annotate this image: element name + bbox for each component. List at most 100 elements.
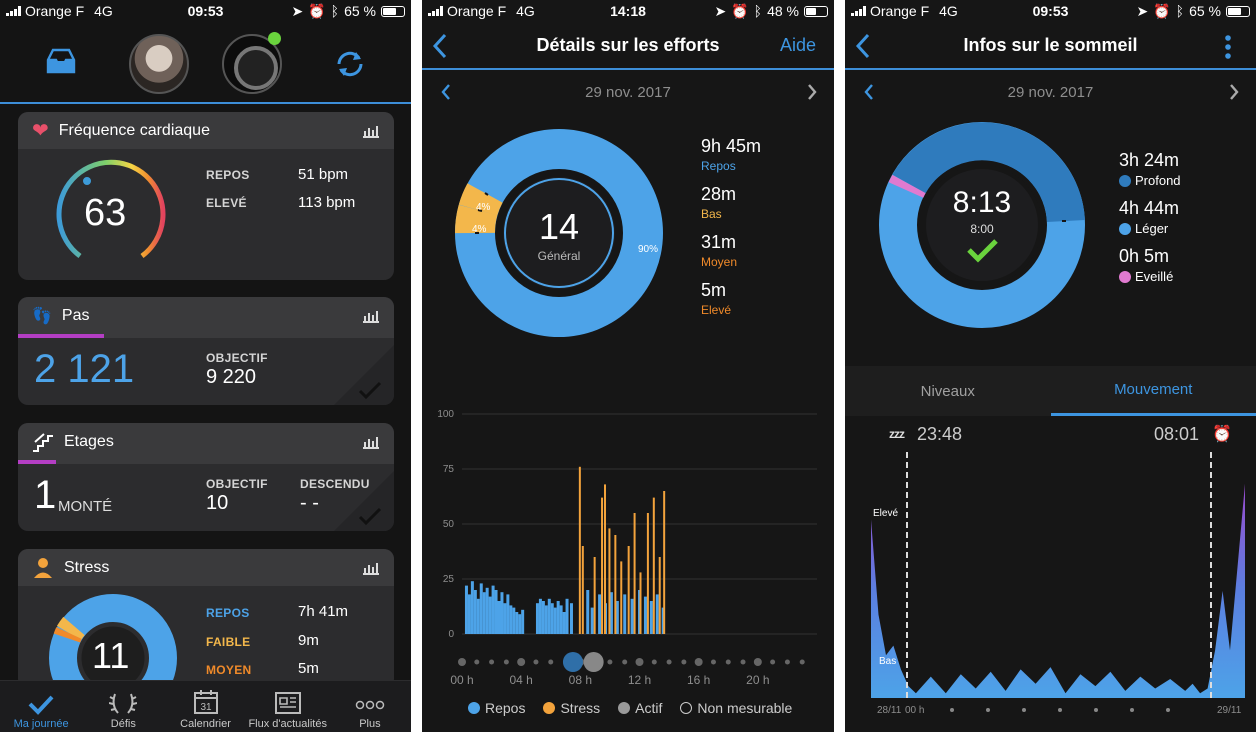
floors-suffix: MONTÉ bbox=[58, 498, 113, 515]
tab-calendar[interactable]: 31 Calendrier bbox=[164, 681, 246, 732]
inbox-icon[interactable] bbox=[46, 48, 76, 74]
stress-bar bbox=[652, 497, 655, 634]
prev-day-icon[interactable] bbox=[863, 83, 875, 101]
steps-card-title: Pas bbox=[61, 306, 90, 324]
steps-card[interactable]: 👣 Pas 2 121 OBJECTIF 9 220 bbox=[18, 297, 394, 405]
timeline-dot bbox=[1058, 708, 1062, 712]
date-nav: 29 nov. 2017 bbox=[845, 76, 1256, 108]
rest-bar bbox=[598, 594, 602, 634]
timeline-dot bbox=[1130, 708, 1134, 712]
heart-rate-card[interactable]: ❤ Fréquence cardiaque 63 REPOS 51 bpm EL… bbox=[18, 112, 394, 280]
legend-light: 4h 44m Léger bbox=[1119, 198, 1180, 236]
nav-bar: Infos sur le sommeil bbox=[845, 22, 1256, 70]
rest-bar bbox=[491, 585, 495, 634]
rest-bar bbox=[623, 594, 627, 634]
chart-icon[interactable] bbox=[362, 124, 380, 138]
overall-label: Général bbox=[537, 249, 581, 263]
back-arrow-icon[interactable] bbox=[430, 32, 450, 60]
timeline-dot bbox=[1094, 708, 1098, 712]
rest-bar bbox=[512, 607, 516, 634]
tab-challenges[interactable]: Défis bbox=[82, 681, 164, 732]
rest-bar bbox=[473, 590, 477, 634]
timeline-dot bbox=[607, 659, 613, 665]
chart-icon[interactable] bbox=[362, 309, 380, 323]
rest-bar bbox=[630, 598, 634, 634]
status-bar: Orange F 4G 09:53 ➤ ⏰ ᛒ 65 % bbox=[845, 0, 1256, 22]
level-low-label: Bas bbox=[879, 656, 896, 667]
legend-rest: 9h 45m Repos bbox=[701, 136, 762, 173]
check-icon bbox=[334, 471, 394, 531]
tab-newsfeed[interactable]: Flux d'actualités bbox=[247, 681, 329, 732]
back-arrow-icon[interactable] bbox=[853, 32, 873, 60]
clock: 09:53 bbox=[187, 3, 224, 19]
rest-bar bbox=[500, 592, 504, 634]
prev-day-icon[interactable] bbox=[440, 83, 452, 101]
chart-icon[interactable] bbox=[362, 561, 380, 575]
battery-icon bbox=[381, 5, 405, 17]
rest-bar bbox=[497, 601, 501, 634]
more-vertical-icon[interactable] bbox=[1224, 34, 1232, 60]
legend-unmeasurable-item: Non mesurable bbox=[680, 700, 792, 716]
sync-icon[interactable] bbox=[334, 48, 366, 80]
signal-icon bbox=[428, 6, 443, 16]
tab-levels[interactable]: Niveaux bbox=[845, 366, 1051, 416]
network: 4G bbox=[516, 3, 535, 19]
sleep-tabs: Niveaux Mouvement bbox=[845, 366, 1256, 416]
rest-bar bbox=[506, 594, 510, 634]
timeline-dot bbox=[458, 658, 466, 666]
y-tick-label: 75 bbox=[443, 464, 455, 475]
next-day-icon[interactable] bbox=[806, 83, 818, 101]
x-tick-label: 20 h bbox=[746, 673, 769, 687]
rest-bar bbox=[476, 598, 480, 634]
floors-card[interactable]: Etages 1 MONTÉ OBJECTIF 10 DESCENDU - - bbox=[18, 423, 394, 531]
x-tick-label: 16 h bbox=[687, 673, 710, 687]
timeline-dot bbox=[474, 659, 480, 665]
help-button[interactable]: Aide bbox=[780, 35, 816, 56]
tab-movement[interactable]: Mouvement bbox=[1050, 366, 1256, 416]
chart-icon[interactable] bbox=[362, 435, 380, 449]
rest-bar bbox=[562, 612, 566, 634]
rest-bar bbox=[518, 614, 522, 634]
stress-bar bbox=[614, 535, 617, 634]
stress-bar bbox=[639, 572, 642, 634]
location-icon: ➤ bbox=[291, 2, 304, 19]
status-bar: Orange F 4G 09:53 ➤ ⏰ ᛒ 65 % bbox=[0, 0, 411, 22]
stress-timeline-chart: 0 25 50 75 100 00 h 04 h 08 h 12 h 16 h 20 h bbox=[437, 409, 817, 687]
page-title: Détails sur les efforts bbox=[536, 34, 720, 55]
sleep-movement-chart: Elevé Bas 28/11 00 h 29/11 bbox=[871, 452, 1245, 716]
timeline-dot bbox=[986, 708, 990, 712]
avatar[interactable] bbox=[129, 34, 189, 94]
stress-rest-label: REPOS bbox=[206, 606, 250, 620]
newsfeed-icon bbox=[274, 692, 301, 714]
sleep-zzz-icon: zzz bbox=[889, 427, 905, 441]
stress-card[interactable]: Stress 11 REPOS 7h 41m FAIBLE 9m MOYEN 5… bbox=[18, 549, 394, 689]
timeline-dot bbox=[548, 659, 554, 665]
floors-card-title: Etages bbox=[64, 432, 114, 450]
tab-label: Défis bbox=[110, 718, 136, 730]
stress-bar bbox=[627, 546, 630, 634]
rest-bar bbox=[565, 598, 569, 634]
tab-my-day[interactable]: Ma journée bbox=[0, 681, 82, 732]
tab-more[interactable]: Plus bbox=[329, 681, 411, 732]
timeline-dot bbox=[489, 659, 495, 665]
timeline-dot bbox=[666, 659, 672, 665]
stress-low-label: FAIBLE bbox=[206, 635, 251, 649]
date-label: 29 nov. 2017 bbox=[1007, 83, 1094, 101]
clock: 09:53 bbox=[1032, 3, 1069, 19]
timeline-dot bbox=[753, 658, 762, 666]
x-tick-label: 00 h bbox=[450, 673, 473, 687]
bluetooth-icon: ᛒ bbox=[1175, 3, 1185, 19]
high-label: ELEVÉ bbox=[206, 196, 247, 210]
y-tick-label: 25 bbox=[443, 574, 455, 585]
more-icon bbox=[355, 700, 385, 710]
stress-bar bbox=[608, 528, 611, 634]
next-day-icon[interactable] bbox=[1228, 83, 1240, 101]
x-tick-label: 12 h bbox=[628, 673, 651, 687]
rest-bar bbox=[521, 609, 525, 634]
timeline-dot bbox=[1166, 708, 1170, 712]
rest-bar bbox=[515, 612, 519, 634]
y-tick-label: 50 bbox=[443, 519, 455, 530]
stairs-icon bbox=[33, 432, 53, 452]
steps-goal-label: OBJECTIF bbox=[206, 351, 268, 365]
bottom-tab-bar: Ma journée Défis 31 Calendrier Flux d'ac… bbox=[0, 680, 411, 732]
